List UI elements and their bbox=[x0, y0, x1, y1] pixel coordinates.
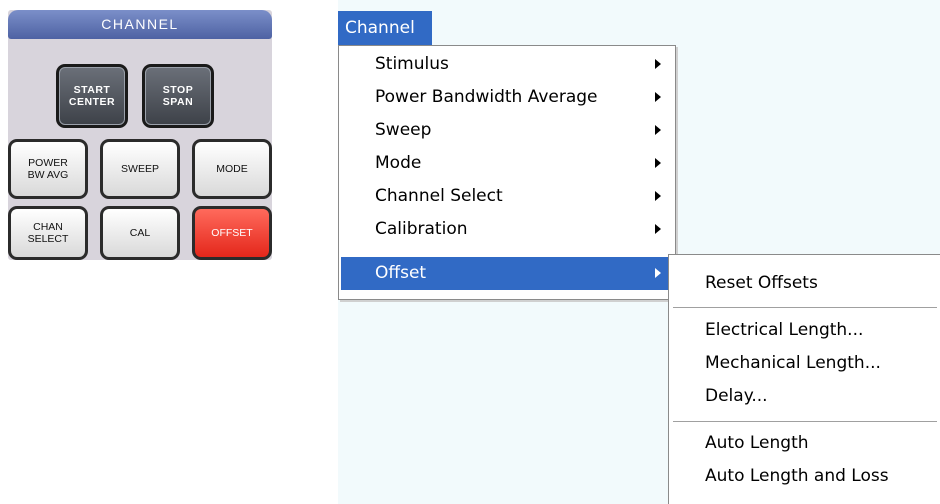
submenu-separator bbox=[673, 421, 937, 422]
menu-item-label: Offset bbox=[375, 263, 427, 283]
menu-item-label: Sweep bbox=[375, 120, 432, 140]
menu-item-label: Stimulus bbox=[375, 54, 449, 74]
power-bw-avg-key[interactable]: POWER BW AVG bbox=[8, 139, 88, 199]
menu-item-calibration[interactable]: Calibration bbox=[341, 213, 673, 246]
key-label-line: CENTER bbox=[68, 96, 116, 108]
submenu-item-auto-length[interactable]: Auto Length bbox=[705, 427, 935, 460]
key-label-line: CHAN bbox=[33, 221, 63, 233]
channel-key-panel: CHANNEL START CENTER STOP SPAN POWER BW AVG… bbox=[8, 10, 272, 260]
submenu-arrow-icon bbox=[655, 268, 661, 278]
key-label-line: BW AVG bbox=[27, 169, 69, 181]
key-label-line: STOP bbox=[162, 84, 194, 96]
menubar-channel[interactable]: Channel bbox=[338, 11, 432, 45]
submenu-arrow-icon bbox=[655, 125, 661, 135]
submenu-item-mechanical-length[interactable]: Mechanical Length... bbox=[705, 347, 935, 380]
menu-item-channel-select[interactable]: Channel Select bbox=[341, 180, 673, 213]
submenu-arrow-icon bbox=[655, 158, 661, 168]
key-label-line: START bbox=[73, 84, 111, 96]
mode-key[interactable]: MODE bbox=[192, 139, 272, 199]
menu-item-label: Power Bandwidth Average bbox=[375, 87, 598, 107]
menu-item-stimulus[interactable]: Stimulus bbox=[341, 48, 673, 81]
sweep-key[interactable]: SWEEP bbox=[100, 139, 180, 199]
key-label-line: POWER bbox=[28, 157, 68, 169]
cal-key[interactable]: CAL bbox=[100, 206, 180, 260]
submenu-item-auto-length-and-loss[interactable]: Auto Length and Loss bbox=[705, 460, 935, 493]
start-center-key[interactable]: START CENTER bbox=[56, 64, 128, 128]
menu-item-offset[interactable]: Offset bbox=[341, 257, 673, 290]
submenu-item-delay[interactable]: Delay... bbox=[705, 380, 935, 413]
key-label: CAL bbox=[103, 209, 177, 257]
menu-item-sweep[interactable]: Sweep bbox=[341, 114, 673, 147]
offset-key[interactable]: OFFSET bbox=[192, 206, 272, 260]
menu-item-label: Channel Select bbox=[375, 186, 503, 206]
menu-item-power-bandwidth-average[interactable]: Power Bandwidth Average bbox=[341, 81, 673, 114]
key-label: MODE bbox=[195, 142, 269, 196]
panel-title: CHANNEL bbox=[8, 10, 272, 39]
menu-item-mode[interactable]: Mode bbox=[341, 147, 673, 180]
channel-dropdown-menu: Stimulus Power Bandwidth Average Sweep M… bbox=[338, 45, 676, 300]
menu-item-label: Mode bbox=[375, 153, 422, 173]
chan-select-key[interactable]: CHAN SELECT bbox=[8, 206, 88, 260]
submenu-arrow-icon bbox=[655, 92, 661, 102]
submenu-arrow-icon bbox=[655, 224, 661, 234]
submenu-item-electrical-length[interactable]: Electrical Length... bbox=[705, 314, 935, 347]
menu-item-label: Calibration bbox=[375, 219, 468, 239]
key-label-line: SPAN bbox=[162, 96, 194, 108]
submenu-arrow-icon bbox=[655, 191, 661, 201]
submenu-separator bbox=[673, 307, 937, 308]
stop-span-key[interactable]: STOP SPAN bbox=[142, 64, 214, 128]
submenu-arrow-icon bbox=[655, 59, 661, 69]
offset-submenu: Reset Offsets Electrical Length... Mecha… bbox=[668, 254, 940, 504]
key-label-line: SELECT bbox=[27, 233, 69, 245]
submenu-item-reset-offsets[interactable]: Reset Offsets bbox=[705, 267, 935, 300]
key-label: OFFSET bbox=[195, 209, 269, 257]
key-label: SWEEP bbox=[103, 142, 177, 196]
